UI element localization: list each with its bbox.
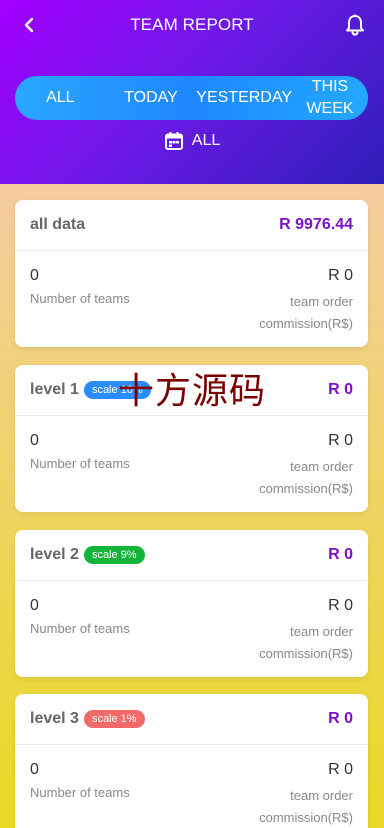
card-header: level 2 scale 9% R 0 xyxy=(15,530,368,581)
scale-badge: scale 9% xyxy=(83,546,145,564)
teams-count: 0 xyxy=(30,267,39,284)
teams-label: Number of teams xyxy=(30,621,130,636)
commission-label: team order commission(R$) xyxy=(259,624,353,661)
date-filter[interactable]: ALL xyxy=(0,131,384,151)
scale-badge: scale 1% xyxy=(83,710,145,728)
bell-icon xyxy=(346,14,364,36)
commission-value: R 0 xyxy=(328,267,353,284)
page-title: TEAM REPORT xyxy=(130,15,254,34)
commission-label: team order commission(R$) xyxy=(259,788,353,825)
top-bar: TEAM REPORT xyxy=(0,0,384,52)
commission-label: team order commission(R$) xyxy=(259,459,353,496)
teams-count: 0 xyxy=(30,761,39,778)
card-title: level 3 xyxy=(30,710,79,727)
commission-value: R 0 xyxy=(328,597,353,614)
date-filter-label: ALL xyxy=(191,132,221,149)
commission-value: R 0 xyxy=(328,432,353,449)
commission-label: team order commission(R$) xyxy=(259,294,353,331)
card-total: R 9976.44 xyxy=(279,216,353,233)
card-all-data: all data R 9976.44 0 Number of teams R 0… xyxy=(15,200,368,347)
card-title: level 1 xyxy=(30,381,79,398)
card-header: all data R 9976.44 xyxy=(15,200,368,251)
header: TEAM REPORT ALL TODAY YESTERDAY THIS WEE… xyxy=(0,0,384,184)
card-title: all data xyxy=(30,216,86,233)
tab-all[interactable]: ALL xyxy=(15,87,106,109)
commission-value: R 0 xyxy=(328,761,353,778)
card-total: R 0 xyxy=(328,546,353,563)
card-level-3: level 3 scale 1% R 0 0 Number of teams R… xyxy=(15,694,368,828)
card-body: 0 Number of teams R 0 team order commiss… xyxy=(15,745,368,828)
card-level-2: level 2 scale 9% R 0 0 Number of teams R… xyxy=(15,530,368,677)
teams-label: Number of teams xyxy=(30,785,130,800)
tab-yesterday[interactable]: YESTERDAY xyxy=(196,87,292,109)
card-header: level 3 scale 1% R 0 xyxy=(15,694,368,745)
date-range-tabs: ALL TODAY YESTERDAY THIS WEEK xyxy=(15,76,368,120)
card-total: R 0 xyxy=(328,381,353,398)
notifications-button[interactable] xyxy=(344,14,366,36)
card-total: R 0 xyxy=(328,710,353,727)
teams-label: Number of teams xyxy=(30,291,130,306)
teams-count: 0 xyxy=(30,597,39,614)
calendar-icon xyxy=(164,132,183,150)
watermark: 十方源码 xyxy=(118,371,267,412)
teams-label: Number of teams xyxy=(30,456,130,471)
card-body: 0 Number of teams R 0 team order commiss… xyxy=(15,416,368,512)
teams-count: 0 xyxy=(30,432,39,449)
card-body: 0 Number of teams R 0 team order commiss… xyxy=(15,581,368,677)
tab-today[interactable]: TODAY xyxy=(106,87,197,109)
tab-this-week[interactable]: THIS WEEK xyxy=(292,76,368,120)
card-title: level 2 xyxy=(30,546,79,563)
card-body: 0 Number of teams R 0 team order commiss… xyxy=(15,251,368,347)
